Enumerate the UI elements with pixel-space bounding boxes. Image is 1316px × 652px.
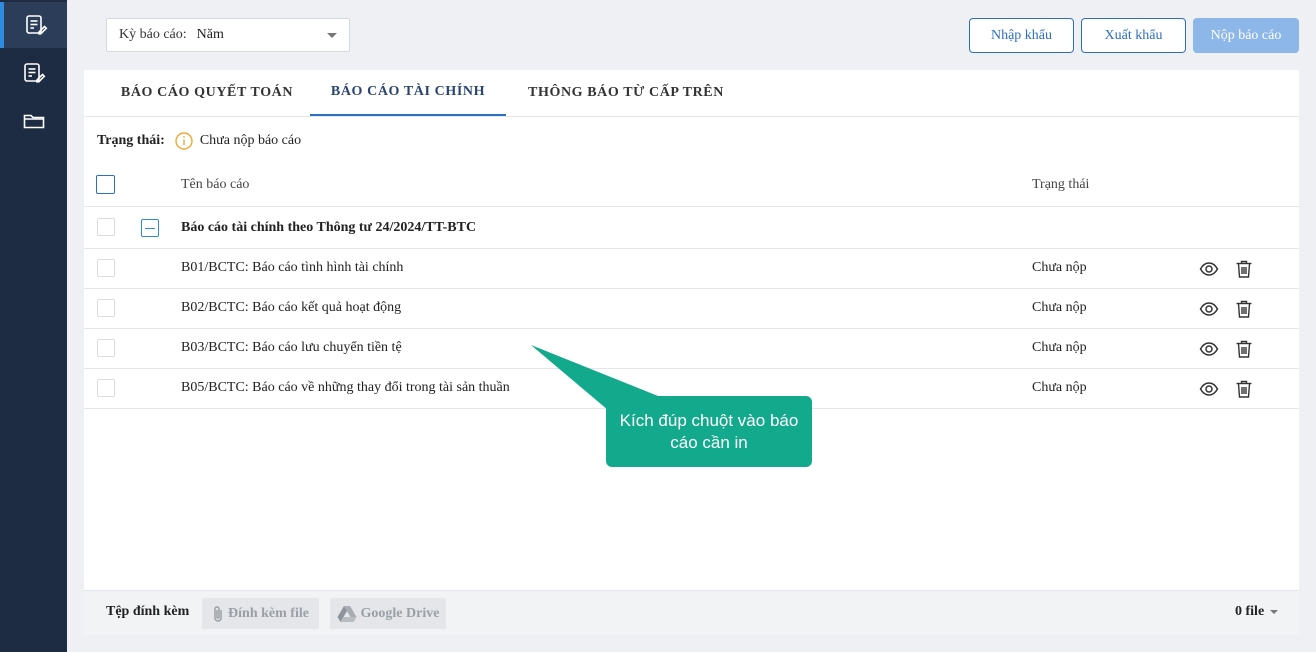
callout-pointer (531, 345, 668, 432)
callout-tooltip: Kích đúp chuột vào báo cáo cần in (606, 396, 812, 467)
